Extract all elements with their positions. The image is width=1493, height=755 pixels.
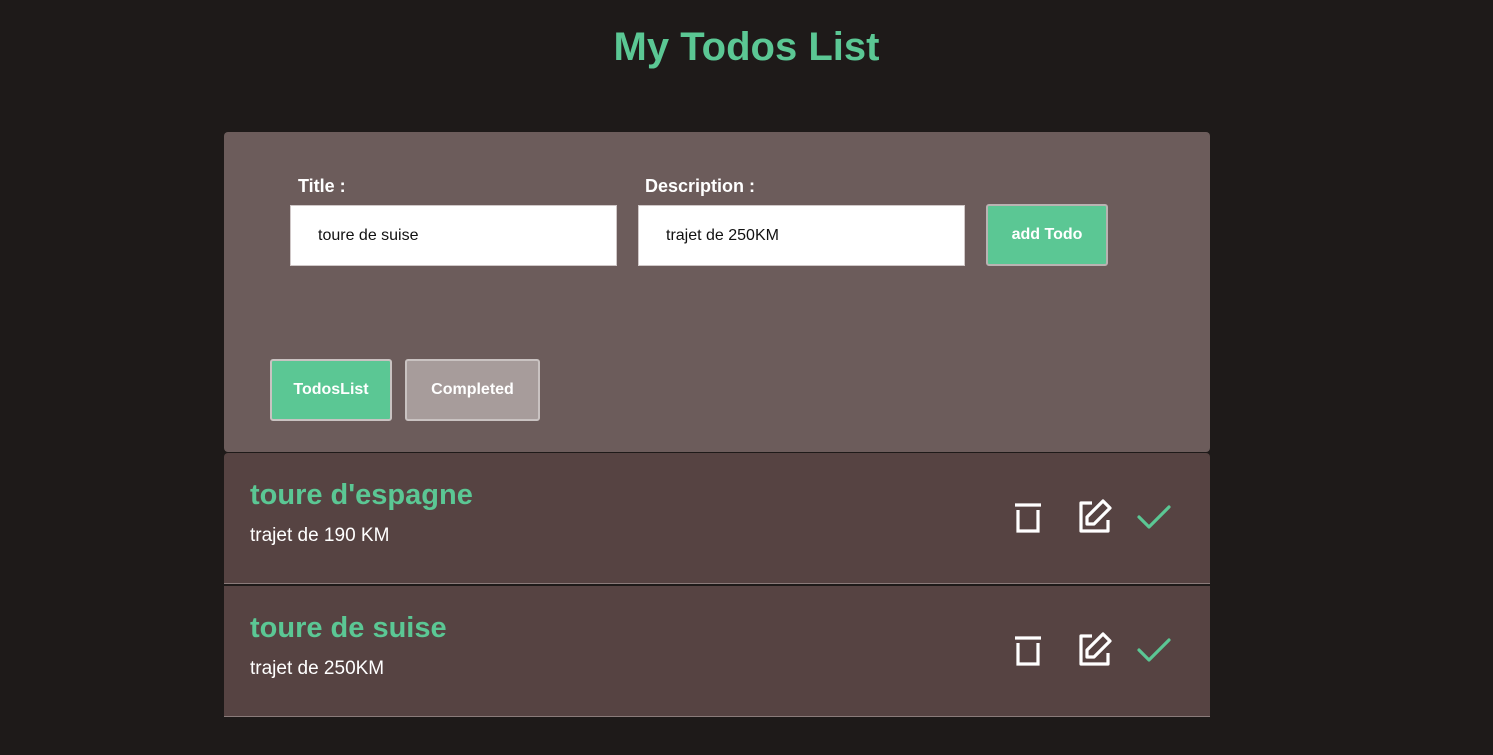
tab-todos-list[interactable]: TodosList xyxy=(270,359,392,421)
todo-title: toure d'espagne xyxy=(250,479,473,511)
todo-title: toure de suise xyxy=(250,612,447,644)
todo-form-panel: Title : Description : add Todo TodosList… xyxy=(224,132,1210,452)
edit-icon[interactable] xyxy=(1074,630,1114,670)
description-input[interactable] xyxy=(638,205,965,266)
edit-icon[interactable] xyxy=(1074,497,1114,537)
add-todo-button[interactable]: add Todo xyxy=(986,204,1108,266)
todo-description: trajet de 190 KM xyxy=(250,525,390,546)
trash-icon[interactable] xyxy=(1008,630,1048,670)
description-label: Description : xyxy=(645,176,756,196)
todo-description: trajet de 250KM xyxy=(250,658,385,679)
todo-list-item: toure de suise trajet de 250KM xyxy=(224,586,1210,717)
check-icon[interactable] xyxy=(1134,630,1174,670)
trash-icon[interactable] xyxy=(1008,497,1048,537)
title-input[interactable] xyxy=(290,205,617,266)
tab-completed[interactable]: Completed xyxy=(405,359,540,421)
title-label: Title : xyxy=(298,176,346,196)
page-title: My Todos List xyxy=(613,25,880,69)
check-icon[interactable] xyxy=(1134,497,1174,537)
todo-list-item: toure d'espagne trajet de 190 KM xyxy=(224,453,1210,584)
